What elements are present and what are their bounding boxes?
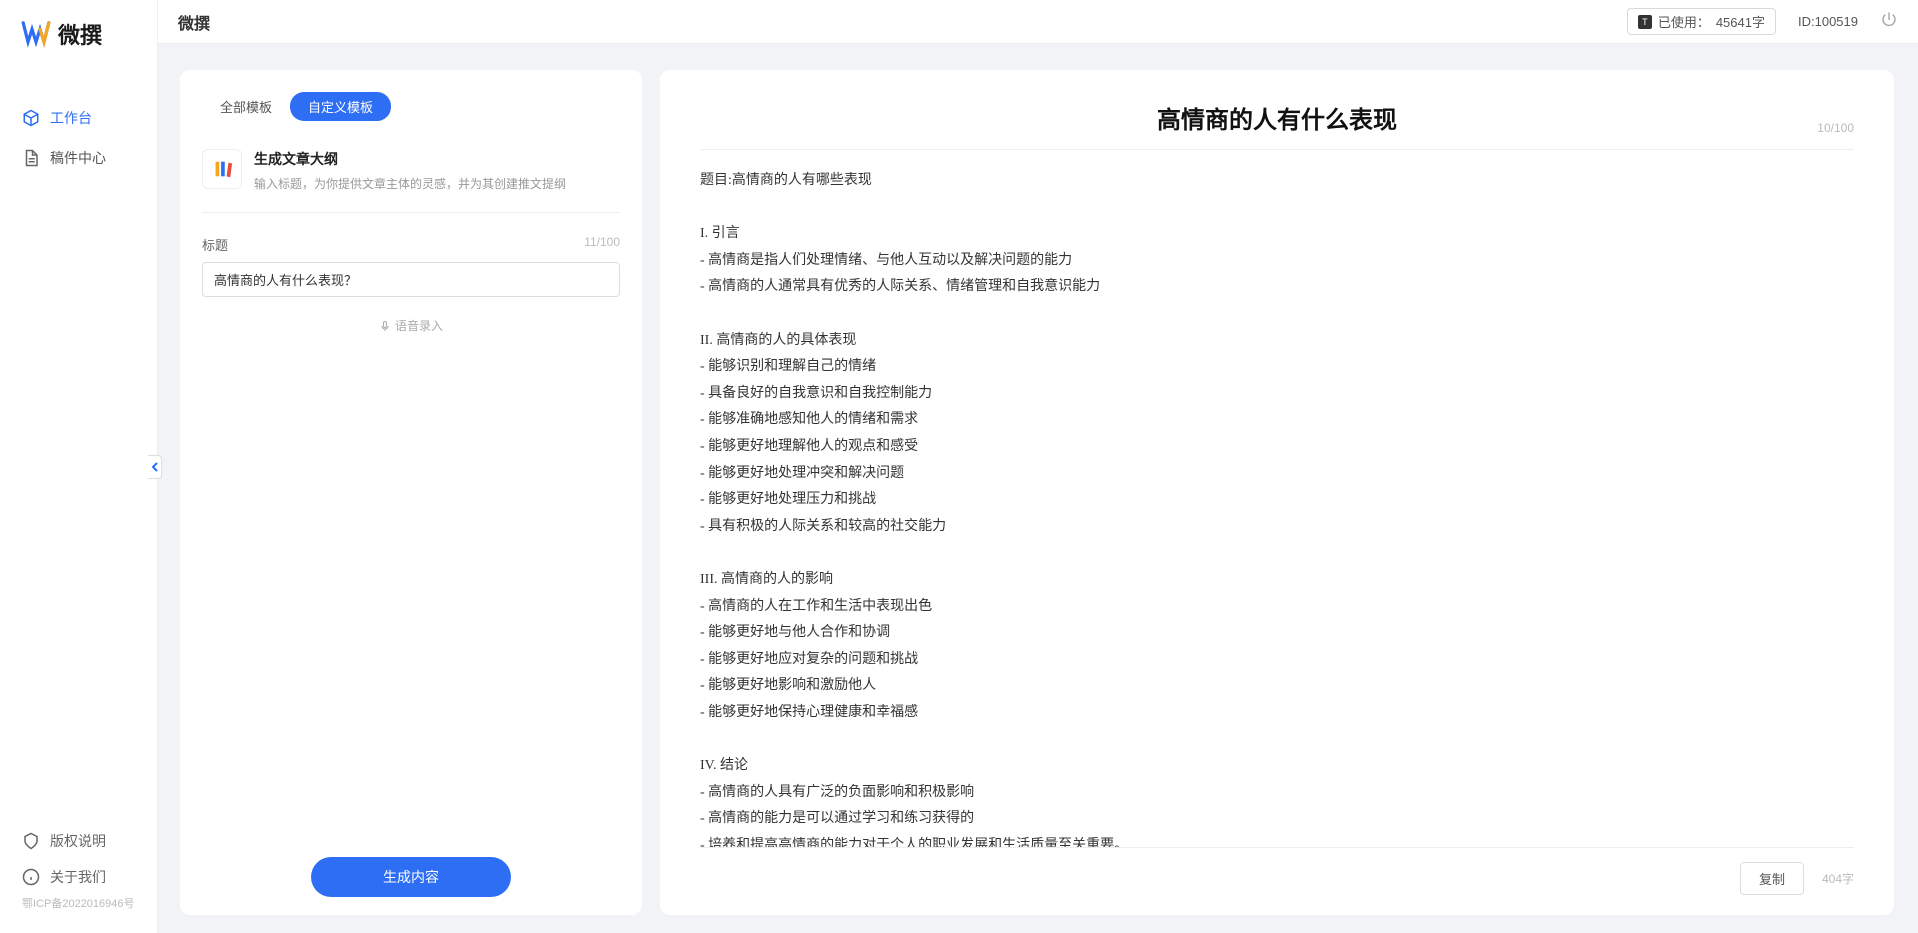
- template-panel: 全部模板 自定义模板 生成文章大纲 输入标题，为你提供文章主体的灵感，并为其创建…: [180, 70, 642, 915]
- usage-label: 已使用：: [1658, 12, 1710, 31]
- sidebar-nav: 工作台 稿件中心: [0, 68, 157, 813]
- nav-label: 稿件中心: [50, 148, 106, 168]
- sidebar-collapse-toggle[interactable]: [148, 455, 162, 479]
- generate-button[interactable]: 生成内容: [311, 857, 511, 897]
- tab-custom-templates[interactable]: 自定义模板: [290, 92, 391, 121]
- document-body[interactable]: 题目:高情商的人有哪些表现 I. 引言 - 高情商是指人们处理情绪、与他人互动以…: [700, 168, 1854, 847]
- document-title-count: 10/100: [1817, 121, 1854, 135]
- logo-text: 微撰: [58, 18, 102, 50]
- template-desc: 输入标题，为你提供文章主体的灵感，并为其创建推文提纲: [254, 175, 566, 192]
- nav-label: 工作台: [50, 108, 92, 128]
- nav-label: 关于我们: [50, 867, 106, 887]
- mic-icon: [379, 320, 391, 332]
- document-title: 高情商的人有什么表现: [700, 100, 1854, 135]
- title-input[interactable]: [202, 262, 620, 297]
- cube-icon: [22, 109, 40, 127]
- voice-input-button[interactable]: 语音录入: [202, 317, 620, 334]
- page-title: 微撰: [178, 10, 210, 34]
- topbar: 微撰 T 已使用： 45641字 ID:100519: [158, 0, 1918, 44]
- template-title: 生成文章大纲: [254, 149, 566, 169]
- nav-workspace[interactable]: 工作台: [0, 98, 157, 138]
- word-count: 404字: [1822, 870, 1854, 887]
- document-icon: [22, 149, 40, 167]
- usage-pill[interactable]: T 已使用： 45641字: [1627, 8, 1776, 35]
- template-tabs: 全部模板 自定义模板: [202, 92, 620, 121]
- power-icon: [1880, 11, 1898, 29]
- template-info: 生成文章大纲 输入标题，为你提供文章主体的灵感，并为其创建推文提纲: [202, 143, 620, 213]
- title-char-count: 11/100: [584, 235, 620, 254]
- copy-button[interactable]: 复制: [1740, 862, 1804, 895]
- sidebar: 微撰 工作台 稿件中心 版权说明: [0, 0, 158, 933]
- nav-copyright[interactable]: 版权说明: [0, 823, 157, 859]
- user-id: ID:100519: [1798, 14, 1858, 29]
- template-icon: [202, 149, 242, 189]
- logo[interactable]: 微撰: [0, 0, 157, 68]
- chevron-left-icon: [151, 462, 159, 472]
- tab-all-templates[interactable]: 全部模板: [202, 92, 290, 121]
- nav-about[interactable]: 关于我们: [0, 859, 157, 895]
- shield-icon: [22, 832, 40, 850]
- text-badge-icon: T: [1638, 15, 1652, 29]
- info-icon: [22, 868, 40, 886]
- nav-drafts[interactable]: 稿件中心: [0, 138, 157, 178]
- usage-value: 45641字: [1716, 12, 1765, 31]
- nav-label: 版权说明: [50, 831, 106, 851]
- title-field-label: 标题: [202, 235, 228, 254]
- output-panel: 高情商的人有什么表现 10/100 题目:高情商的人有哪些表现 I. 引言 - …: [660, 70, 1894, 915]
- sidebar-footer: 版权说明 关于我们 鄂ICP备2022016946号: [0, 813, 157, 933]
- logo-icon: [20, 18, 52, 50]
- power-button[interactable]: [1880, 11, 1898, 32]
- icp-text: 鄂ICP备2022016946号: [0, 895, 157, 921]
- main-area: 微撰 T 已使用： 45641字 ID:100519 全部模板: [158, 0, 1918, 933]
